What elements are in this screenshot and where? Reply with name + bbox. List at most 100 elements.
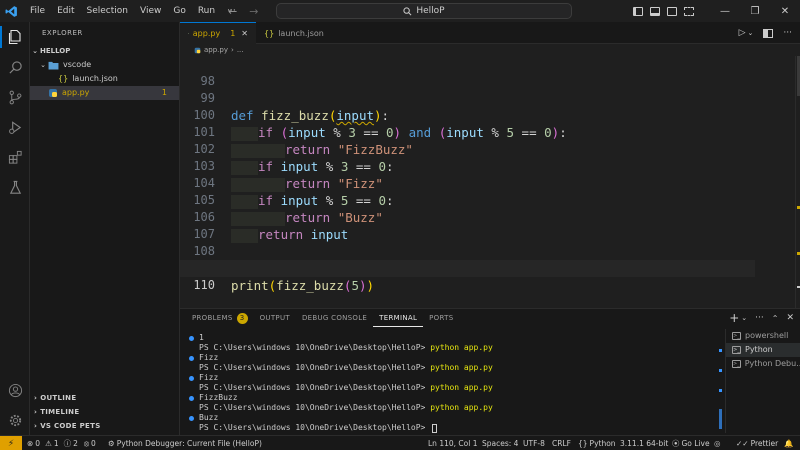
terminal-prompt-line: PS C:\Users\windows 10\OneDrive\Desktop\… bbox=[180, 423, 720, 433]
chevron-down-icon: ⌄ bbox=[32, 47, 38, 55]
code-editor[interactable]: 98 99 def fizz_buzz(input): 100 if (inpu… bbox=[180, 56, 800, 308]
language-status[interactable]: {} Python bbox=[578, 436, 616, 450]
code-line: 106 return input bbox=[180, 192, 755, 243]
tree-file-app-py[interactable]: app.py 1 bbox=[30, 86, 179, 100]
problems-status[interactable]: ⊗ 0 ⚠ 1 ⓘ 2 bbox=[27, 436, 78, 450]
editor-scrollbar[interactable] bbox=[795, 56, 800, 308]
interpreter-status[interactable]: 3.11.1 64-bit bbox=[620, 436, 668, 450]
split-editor-icon[interactable] bbox=[763, 28, 774, 38]
python-file-icon bbox=[194, 47, 201, 53]
explorer-sidebar: EXPLORER ⌄ HELLOP ⌄ vscode {} launch.jso… bbox=[30, 22, 180, 435]
breadcrumb-file[interactable]: app.py bbox=[204, 46, 228, 54]
chevron-right-icon: › bbox=[34, 422, 38, 430]
accounts-icon[interactable] bbox=[0, 375, 30, 405]
vscode-pets-label: VS CODE PETS bbox=[40, 422, 101, 430]
terminal-scrollbar[interactable] bbox=[718, 333, 723, 431]
maximize-panel-icon[interactable]: ⌃ bbox=[772, 314, 779, 323]
outline-section[interactable]: › OUTLINE bbox=[30, 391, 180, 405]
chevron-right-icon: › bbox=[34, 394, 38, 402]
more-actions-icon[interactable]: ··· bbox=[783, 28, 792, 38]
tab-label: launch.json bbox=[278, 28, 324, 38]
terminal-item-powershell[interactable]: >_ powershell bbox=[726, 329, 800, 343]
code-line: 107 bbox=[180, 209, 755, 241]
customize-layout-icon[interactable] bbox=[684, 6, 694, 16]
json-file-icon: {} bbox=[58, 74, 69, 83]
extensions-icon[interactable] bbox=[0, 142, 30, 172]
testing-flask-icon[interactable] bbox=[0, 172, 30, 202]
tab-label: OUTPUT bbox=[259, 314, 290, 322]
workspace-root[interactable]: ⌄ HELLOP bbox=[30, 44, 179, 58]
notifications-bell-icon[interactable]: 🔔 bbox=[784, 436, 793, 450]
menu-file[interactable]: File bbox=[24, 0, 51, 22]
back-arrow-icon[interactable]: ← bbox=[228, 5, 237, 18]
run-debug-icon[interactable] bbox=[0, 112, 30, 142]
vscode-logo-icon bbox=[0, 0, 22, 22]
indentation-status[interactable]: Spaces: 4 bbox=[482, 436, 518, 450]
terminal-list: >_ powershell >_ Python >_ Python Debu..… bbox=[725, 329, 800, 433]
remote-indicator-icon[interactable]: ⚡ bbox=[0, 436, 22, 450]
tab-problems[interactable]: PROBLEMS 3 bbox=[186, 309, 254, 327]
tab-app-py[interactable]: app.py 1 ✕ bbox=[180, 22, 256, 44]
tab-terminal[interactable]: TERMINAL bbox=[373, 309, 424, 327]
double-check-icon: ✓✓ bbox=[736, 439, 749, 448]
close-panel-icon[interactable]: ✕ bbox=[786, 313, 794, 323]
command-center-text: HelloP bbox=[416, 6, 445, 16]
encoding-status[interactable]: UTF-8 bbox=[523, 436, 545, 450]
ports-icon: ⦻ bbox=[84, 439, 89, 448]
warning-icon: ⚠ bbox=[45, 439, 52, 448]
run-options-chevron-icon[interactable]: ⌄ bbox=[748, 29, 754, 37]
debugger-status[interactable]: ⚙ Python Debugger: Current File (HelloP) bbox=[108, 436, 262, 450]
terminal-item-python[interactable]: >_ Python bbox=[726, 343, 800, 357]
code-line: 103 return "Fizz" bbox=[180, 141, 755, 192]
menu-edit[interactable]: Edit bbox=[51, 0, 80, 22]
status-bar: ⚡ ⊗ 0 ⚠ 1 ⓘ 2 ⦻ 0 ⚙ Python Debugger: Current … bbox=[0, 435, 800, 450]
menu-run[interactable]: Run bbox=[192, 0, 221, 22]
toggle-secondary-sidebar-icon[interactable] bbox=[667, 6, 677, 16]
toggle-panel-icon[interactable] bbox=[650, 6, 660, 16]
menu-go[interactable]: Go bbox=[167, 0, 191, 22]
tab-debug-console[interactable]: DEBUG CONSOLE bbox=[296, 309, 373, 327]
terminal-output[interactable]: 1 PS C:\Users\windows 10\OneDrive\Deskto… bbox=[180, 333, 720, 433]
eol-status[interactable]: CRLF bbox=[552, 436, 571, 450]
timeline-label: TIMELINE bbox=[40, 408, 80, 416]
tab-ports[interactable]: PORTS bbox=[423, 309, 459, 327]
command-center-search[interactable]: HelloP bbox=[276, 3, 572, 19]
go-live-status[interactable]: ⦿ Go Live bbox=[672, 436, 710, 450]
ports-status[interactable]: ⦻ 0 bbox=[84, 436, 96, 450]
terminal-line: Fizz bbox=[180, 353, 720, 363]
folder-icon bbox=[48, 61, 59, 70]
prettier-status[interactable]: ✓✓ Prettier bbox=[736, 436, 778, 450]
cursor-position-status[interactable]: Ln 110, Col 1 bbox=[428, 436, 477, 450]
run-python-file-icon[interactable]: ▷ bbox=[739, 28, 746, 38]
forward-arrow-icon[interactable]: → bbox=[249, 5, 258, 18]
new-terminal-icon[interactable]: + bbox=[729, 311, 739, 325]
more-actions-icon[interactable]: ··· bbox=[755, 313, 764, 323]
close-window-icon[interactable]: ✕ bbox=[770, 0, 800, 22]
code-line: 102 if input % 3 == 0: bbox=[180, 124, 755, 175]
close-icon[interactable]: ✕ bbox=[241, 29, 248, 38]
tab-output[interactable]: OUTPUT bbox=[254, 309, 296, 327]
terminal-line: PS C:\Users\windows 10\OneDrive\Desktop\… bbox=[199, 403, 493, 412]
json-file-icon: {} bbox=[264, 28, 275, 38]
restore-icon[interactable]: ❐ bbox=[740, 0, 770, 22]
timeline-section[interactable]: › TIMELINE bbox=[30, 405, 180, 419]
search-view-icon[interactable] bbox=[0, 52, 30, 82]
explorer-icon[interactable] bbox=[0, 22, 30, 52]
vscode-pets-section[interactable]: › VS CODE PETS bbox=[30, 419, 180, 433]
command-success-dot-icon bbox=[189, 415, 194, 421]
terminal-item-python-debug[interactable]: >_ Python Debu... bbox=[726, 357, 800, 371]
terminal-profiles-chevron-icon[interactable]: ⌄ bbox=[741, 314, 747, 322]
source-control-icon[interactable] bbox=[0, 82, 30, 112]
line-number: 110 bbox=[193, 278, 215, 292]
breadcrumb-more[interactable]: ... bbox=[237, 46, 244, 54]
tab-launch-json[interactable]: {} launch.json bbox=[256, 22, 332, 44]
minimize-icon[interactable]: — bbox=[710, 0, 740, 22]
menu-selection[interactable]: Selection bbox=[81, 0, 134, 22]
copilot-icon[interactable]: ◎ bbox=[714, 436, 721, 450]
command-success-dot-icon bbox=[189, 395, 194, 401]
settings-gear-icon[interactable] bbox=[0, 405, 30, 435]
tree-folder-vscode[interactable]: ⌄ vscode bbox=[30, 58, 179, 72]
menu-view[interactable]: View bbox=[134, 0, 167, 22]
toggle-sidebar-icon[interactable] bbox=[633, 6, 643, 16]
tree-file-launch-json[interactable]: {} launch.json bbox=[30, 72, 179, 86]
